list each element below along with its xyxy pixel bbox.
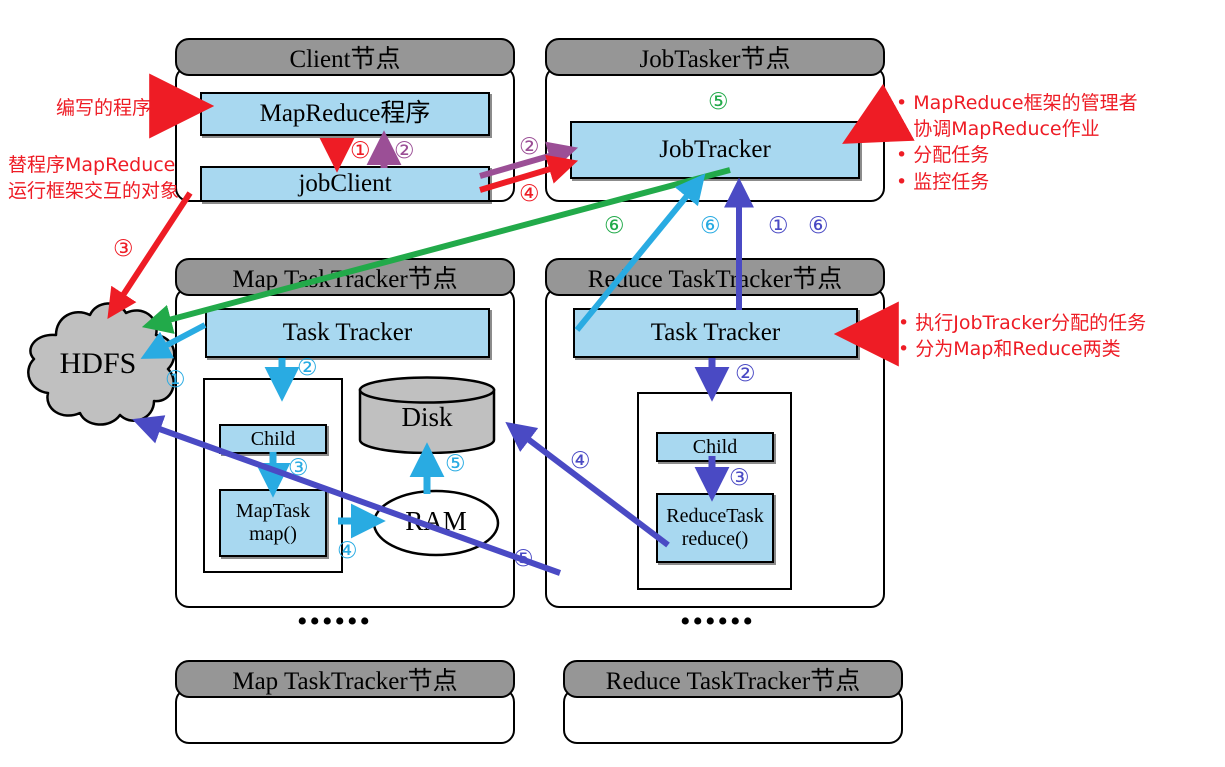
map-task-box[interactable]: MapTask map() — [219, 489, 327, 557]
reduce-child-box[interactable]: Child — [656, 432, 774, 462]
map-child-box[interactable]: Child — [219, 424, 327, 454]
jobtracker-bullet-2: • 分配任务 — [896, 144, 990, 167]
reduce-task-box[interactable]: ReduceTask reduce() — [656, 493, 774, 563]
annotation-tasktracker-bullets: • 执行JobTracker分配的任务 • 分为Map和Reduce两类 — [898, 310, 1146, 362]
hdfs-label: HDFS — [59, 347, 137, 380]
reduce-task-line1: ReduceTask — [666, 505, 764, 527]
annotation-jobclient-line2: 运行框架交互的对象 — [8, 180, 180, 203]
step-label-green-6: ⑥ — [604, 213, 625, 239]
ram-shape: RAM — [372, 489, 500, 557]
reduce-tasktracker-ellipsis: •••••• — [680, 605, 756, 638]
step-label-reduce-jvm-2: ② — [735, 361, 756, 387]
map-task-line1: MapTask — [235, 500, 311, 522]
tasktracker-bullet-0: • 执行JobTracker分配的任务 — [898, 312, 1147, 334]
diagram-canvas: Client节点 MapReduce程序 jobClient JobTasker… — [0, 0, 1225, 767]
reduce-task-line2: reduce() — [681, 528, 749, 550]
jobtracker-bullet-1: • 协调MapReduce作业 — [896, 118, 1100, 141]
step-label-reduce-out-5: ⑤ — [513, 546, 534, 572]
step-label-blue-6: ⑥ — [808, 213, 829, 239]
step-label-blue-1: ① — [768, 213, 789, 239]
step-label-hdfs-3: ③ — [113, 236, 134, 262]
step-label-jobtracker-5: ⑤ — [708, 89, 729, 115]
jobtracker-bullet-0: • MapReduce框架的管理者 — [896, 92, 1138, 114]
map-tasktracker-header: Map TaskTracker节点 — [175, 258, 515, 296]
jobtasker-node-header: JobTasker节点 — [545, 38, 885, 76]
map-tasktracker-2-header: Map TaskTracker节点 — [175, 660, 515, 698]
step-label-reduce-child-3: ③ — [729, 465, 750, 491]
step-label-map-hdfs-1: ① — [165, 367, 186, 393]
reduce-task-tracker-box[interactable]: Task Tracker — [573, 308, 858, 358]
step-label-reduce-fetch-4: ④ — [570, 448, 591, 474]
disk-label: Disk — [401, 402, 453, 432]
hdfs-cloud: HDFS — [12, 295, 184, 435]
step-label-map-child-3: ③ — [288, 455, 309, 481]
step-label-jobclient-4: ④ — [519, 181, 540, 207]
step-label-client-2: ② — [394, 138, 415, 164]
step-label-map-disk-5: ⑤ — [445, 451, 466, 477]
step-label-map-jvm-2: ② — [297, 355, 318, 381]
map-task-line2: map() — [249, 523, 297, 545]
annotation-jobclient-desc: 替程序MapReduce 运行框架交互的对象 — [8, 152, 179, 204]
mapreduce-program-box[interactable]: MapReduce程序 — [200, 92, 490, 136]
step-label-map-ram-4: ④ — [337, 538, 358, 564]
jobclient-box[interactable]: jobClient — [200, 166, 490, 202]
client-node-header: Client节点 — [175, 38, 515, 76]
step-label-client-1: ① — [350, 138, 371, 164]
annotation-jobtracker-bullets: • MapReduce框架的管理者 • 协调MapReduce作业 • 分配任务… — [896, 90, 1138, 195]
jobtracker-box[interactable]: JobTracker — [570, 121, 860, 179]
map-task-tracker-box[interactable]: Task Tracker — [205, 308, 490, 358]
annotation-client-program: 编写的程序 — [56, 97, 152, 119]
step-label-cyan-6: ⑥ — [700, 213, 721, 239]
annotation-jobclient-line1: 替程序MapReduce — [8, 154, 176, 176]
jobtracker-bullet-3: • 监控任务 — [896, 170, 990, 193]
map-tasktracker-ellipsis: •••••• — [297, 605, 373, 638]
tasktracker-bullet-1: • 分为Map和Reduce两类 — [898, 338, 1121, 361]
ram-label: RAM — [405, 506, 467, 536]
reduce-tasktracker-2-header: Reduce TaskTracker节点 — [563, 660, 903, 698]
reduce-tasktracker-header: Reduce TaskTracker节点 — [545, 258, 885, 296]
step-label-jobclient-2: ② — [519, 134, 540, 160]
disk-shape: Disk — [358, 376, 496, 455]
